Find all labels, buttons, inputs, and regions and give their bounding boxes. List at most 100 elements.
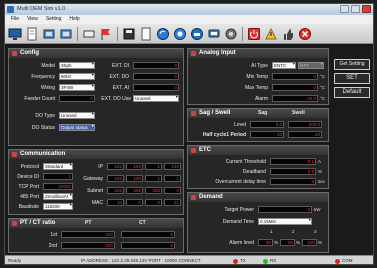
menu-help[interactable]: Help <box>69 15 79 24</box>
baudrate-label: Baudrate <box>18 204 39 210</box>
ext-ai-label: EXT. AI <box>112 85 129 91</box>
tx-indicator <box>233 259 238 264</box>
config-title: Config <box>20 50 39 56</box>
alarm-level-col-1: 1 <box>270 229 273 234</box>
alarm-level-col-2: 2 <box>292 229 295 234</box>
gear-icon[interactable] <box>224 27 238 41</box>
do-type-select[interactable]: Unused <box>59 112 95 119</box>
close-window-button[interactable] <box>362 5 371 13</box>
max-temp-field[interactable]: 0 <box>272 84 318 91</box>
target-power-field[interactable]: 3 <box>258 206 312 213</box>
ip-octet-4[interactable]: 215 <box>164 163 181 170</box>
frequency-select[interactable]: 60Hz <box>59 73 95 80</box>
document-icon[interactable] <box>25 27 39 41</box>
section-icon <box>191 195 196 200</box>
ext-do-field[interactable]: 0 <box>133 73 179 80</box>
model-select[interactable]: 3Sph <box>59 62 95 69</box>
mac-octet-3[interactable]: 0 <box>145 199 162 206</box>
deadband-field[interactable]: 0.5 <box>270 168 316 175</box>
sag-level-field[interactable]: 0.0 <box>250 121 284 128</box>
communication-header: Communication <box>9 150 183 159</box>
gateway-octet-4[interactable]: 1 <box>164 175 181 182</box>
current-threshold-field[interactable]: 0.1 <box>270 158 316 165</box>
monitor-icon[interactable] <box>8 27 22 41</box>
gateway-octet-1[interactable]: 192 <box>107 175 124 182</box>
menu-file[interactable]: File <box>11 15 19 24</box>
title-bar: Multi DEM Sim v1.0 <box>5 4 373 15</box>
menu-view[interactable]: View <box>27 15 38 24</box>
section-icon <box>191 148 196 153</box>
swell-level-field[interactable]: 200.0 <box>288 121 322 128</box>
subnet-octet-2[interactable]: 255 <box>126 187 143 194</box>
menu-setting[interactable]: Setting <box>46 15 62 24</box>
first-pt-field[interactable]: 220 <box>61 231 115 238</box>
mac-octet-1[interactable]: 10 <box>107 199 124 206</box>
wiring-select[interactable]: 3P4W <box>59 84 95 91</box>
ext-di-field[interactable]: 0 <box>133 62 179 69</box>
ai-type-secondary-select[interactable]: NTC <box>298 62 324 69</box>
port485-select[interactable]: ZmodbusAI <box>43 193 73 200</box>
message-icon[interactable] <box>207 27 221 41</box>
default-button[interactable]: Default <box>334 87 370 98</box>
tcp-port-field[interactable]: 10000 <box>43 183 73 190</box>
sag-period-field[interactable]: 20 <box>250 131 284 138</box>
period-label: Half cycle1 Period <box>202 132 246 138</box>
tx-label: TX <box>240 258 246 263</box>
network-icon[interactable] <box>82 27 96 41</box>
section-icon <box>12 221 17 226</box>
alarm-level-2-field[interactable]: 95 <box>280 239 295 246</box>
ext-di-label: EXT. DI <box>112 63 129 69</box>
first-ct-field[interactable]: 5 <box>121 231 175 238</box>
second-ct-field[interactable]: 5 <box>121 242 175 249</box>
ext-do-label: EXT. DO <box>109 74 129 80</box>
mac-label: MAC <box>91 200 103 206</box>
close-icon[interactable] <box>298 27 312 41</box>
minimize-button[interactable] <box>340 5 349 13</box>
ext-ai-field[interactable]: 0 <box>133 84 179 91</box>
gateway-octet-3[interactable]: 1 <box>145 175 162 182</box>
thumbs-icon[interactable] <box>281 27 295 41</box>
alarm-level-1-field[interactable]: 90 <box>258 239 273 246</box>
disconnect-icon[interactable] <box>59 27 73 41</box>
sync-icon[interactable] <box>156 27 170 41</box>
ai-type-select[interactable]: ENTC <box>272 62 296 69</box>
alarm-level-3-unit: % <box>318 240 323 245</box>
set-button[interactable]: SET <box>334 73 370 84</box>
current-threshold-unit: A <box>318 159 322 164</box>
feeder-count-field[interactable]: 0 <box>59 95 95 102</box>
swell-period-field[interactable]: 20 <box>288 131 322 138</box>
ip-octet-1[interactable]: 192 <box>107 163 124 170</box>
ip-octet-3[interactable]: 1 <box>145 163 162 170</box>
subnet-octet-1[interactable]: 255 <box>107 187 124 194</box>
mac-octet-4[interactable]: 21 <box>164 199 181 206</box>
min-temp-unit: °C <box>320 74 326 79</box>
shutdown-icon[interactable] <box>247 27 261 41</box>
alarm-level-3-field[interactable]: 100 <box>302 239 317 246</box>
min-temp-field[interactable]: 0 <box>272 73 318 80</box>
mac-octet-2[interactable]: 0 <box>126 199 143 206</box>
save-icon[interactable] <box>122 27 136 41</box>
ext-do-use-select[interactable]: Unused <box>133 95 179 102</box>
alarm-level-label: Alarm level <box>229 240 254 246</box>
demand-time-select[interactable]: 0.15Min <box>258 218 312 225</box>
alarm-icon[interactable] <box>264 27 278 41</box>
overcurrent-delay-field[interactable]: 5 <box>270 178 316 185</box>
device-id-field[interactable]: 1 <box>43 173 73 180</box>
maximize-button[interactable] <box>351 5 360 13</box>
ip-octet-2[interactable]: 168 <box>126 163 143 170</box>
alarm-field[interactable]: 40.0 <box>272 95 318 102</box>
do-status-select[interactable]: Output status <box>59 124 95 131</box>
subnet-octet-3[interactable]: 255 <box>145 187 162 194</box>
second-pt-field[interactable]: 220 <box>61 242 115 249</box>
baudrate-select[interactable]: 115200 <box>43 203 73 210</box>
get-setting-button[interactable]: Get Setting <box>334 59 370 70</box>
flag-icon[interactable] <box>99 27 113 41</box>
do-type-label: DO Type <box>35 113 55 119</box>
connect-icon[interactable] <box>42 27 56 41</box>
chart-icon[interactable] <box>190 27 204 41</box>
refresh-icon[interactable] <box>173 27 187 41</box>
subnet-octet-4[interactable]: 0 <box>164 187 181 194</box>
page-icon[interactable] <box>139 27 153 41</box>
gateway-octet-2[interactable]: 168 <box>126 175 143 182</box>
protocol-select[interactable]: Standard <box>43 163 73 170</box>
